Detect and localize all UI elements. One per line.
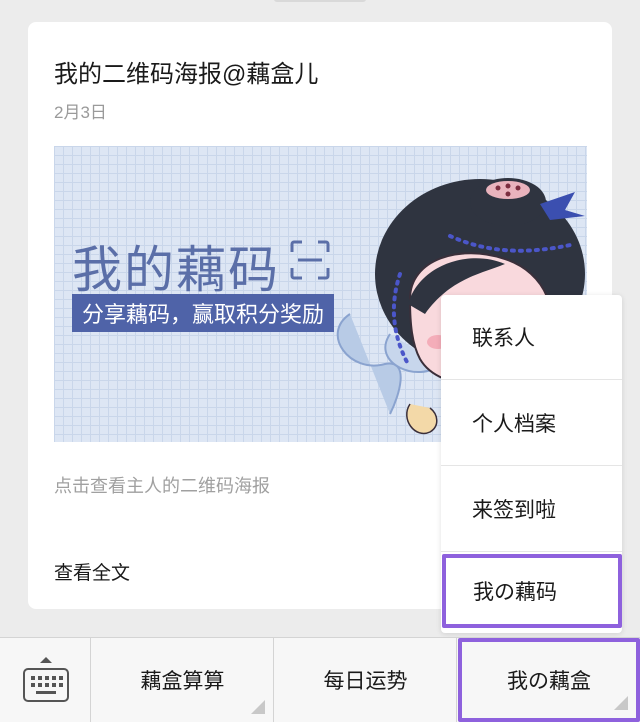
tab-label: 每日运势	[323, 670, 408, 693]
tab-my-ouhe[interactable]: 我の藕盒	[458, 638, 640, 722]
menu-item-profile[interactable]: 个人档案	[441, 381, 622, 466]
submenu-indicator-icon	[251, 700, 265, 714]
menu-item-contacts[interactable]: 联系人	[441, 295, 622, 380]
keyboard-toggle-button[interactable]	[0, 638, 91, 722]
article-title[interactable]: 我的二维码海报@藕盒儿	[54, 54, 318, 89]
tab-label: 我の藕盒	[507, 670, 591, 693]
submenu-popup: 联系人 个人档案 来签到啦 我の藕码	[441, 295, 622, 633]
article-date: 2月3日	[54, 103, 107, 122]
tab-daily-fortune[interactable]: 每日运势	[275, 638, 457, 722]
tab-label: 藕盒算算	[140, 670, 225, 693]
article-description: 点击查看主人的二维码海报	[54, 476, 270, 496]
top-handle	[274, 0, 366, 2]
qr-code-scan-icon	[290, 240, 330, 280]
menu-item-check-in[interactable]: 来签到啦	[441, 467, 622, 552]
read-more-link[interactable]: 查看全文	[54, 558, 130, 585]
submenu-indicator-icon	[614, 696, 628, 710]
tab-ouhe-calc[interactable]: 藕盒算算	[92, 638, 274, 722]
keyboard-icon	[23, 668, 69, 702]
bottom-menu-bar: 藕盒算算 每日运势 我の藕盒	[0, 637, 640, 722]
cover-subtitle: 分享藕码，赢取积分奖励	[72, 294, 335, 332]
cover-title: 我的藕码	[72, 242, 280, 298]
caret-up-icon	[40, 657, 52, 663]
menu-item-my-code[interactable]: 我の藕码	[442, 554, 622, 628]
